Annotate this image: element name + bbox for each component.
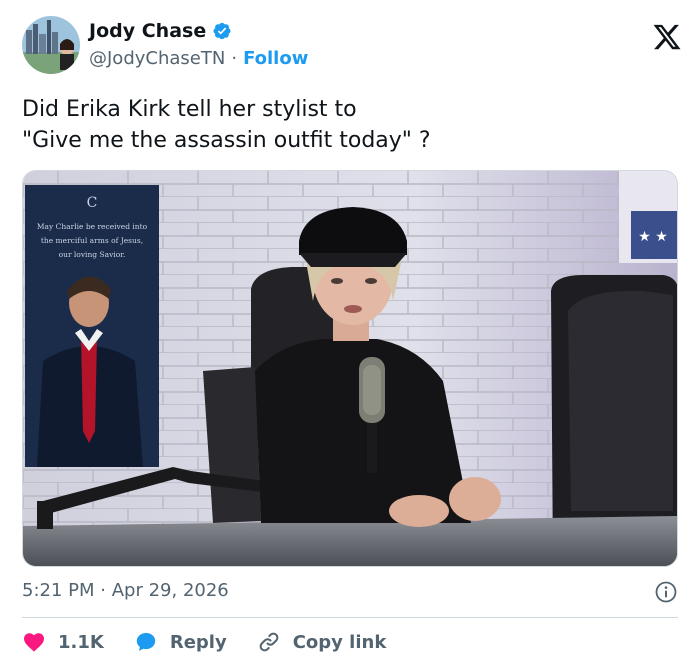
display-name[interactable]: Jody Chase [89, 20, 206, 42]
heart-icon [24, 633, 44, 652]
copy-link-button[interactable]: Copy link [257, 630, 387, 654]
like-button[interactable]: 1.1K [22, 630, 104, 654]
svg-text:★ ★: ★ ★ [638, 229, 668, 245]
tweet-media-image[interactable]: C May Charlie be received into the merci… [22, 170, 678, 567]
reply-bubble-icon [136, 633, 156, 651]
x-logo-icon[interactable] [652, 22, 682, 52]
link-icon [259, 632, 279, 652]
tweet-text: Did Erika Kirk tell her stylist to "Give… [22, 97, 431, 153]
tweet-card: Jody Chase @JodyChaseTN · Follow Did Eri… [0, 0, 700, 669]
timestamp-separator: · [100, 580, 106, 601]
poster-line-3: our loving Savior. [59, 250, 126, 259]
svg-text:C: C [87, 195, 98, 211]
separator-dot: · [231, 48, 238, 69]
divider [22, 617, 678, 618]
avatar-image [22, 16, 80, 74]
verified-badge-icon [212, 21, 232, 41]
media-photo: C May Charlie be received into the merci… [23, 171, 677, 566]
reply-button[interactable]: Reply [134, 630, 227, 654]
handle-row: @JodyChaseTN · Follow [89, 48, 308, 69]
like-count: 1.1K [58, 631, 104, 653]
tweet-header: Jody Chase @JodyChaseTN · Follow [22, 16, 682, 78]
poster-line-2: the merciful arms of Jesus, [41, 236, 143, 245]
poster-line-1: May Charlie be received into [37, 222, 148, 231]
name-row: Jody Chase [89, 20, 232, 42]
tweet-actions: 1.1K Reply Copy link [22, 628, 416, 656]
avatar[interactable] [22, 16, 80, 74]
copy-link-label: Copy link [292, 631, 387, 653]
follow-button[interactable]: Follow [243, 48, 308, 69]
handle[interactable]: @JodyChaseTN [89, 48, 225, 69]
info-icon[interactable] [654, 580, 678, 604]
tweet-date: Apr 29, 2026 [111, 580, 229, 601]
reply-label: Reply [169, 631, 227, 653]
tweet-time: 5:21 PM [22, 580, 95, 601]
tweet-timestamp[interactable]: 5:21 PM · Apr 29, 2026 [22, 580, 229, 601]
